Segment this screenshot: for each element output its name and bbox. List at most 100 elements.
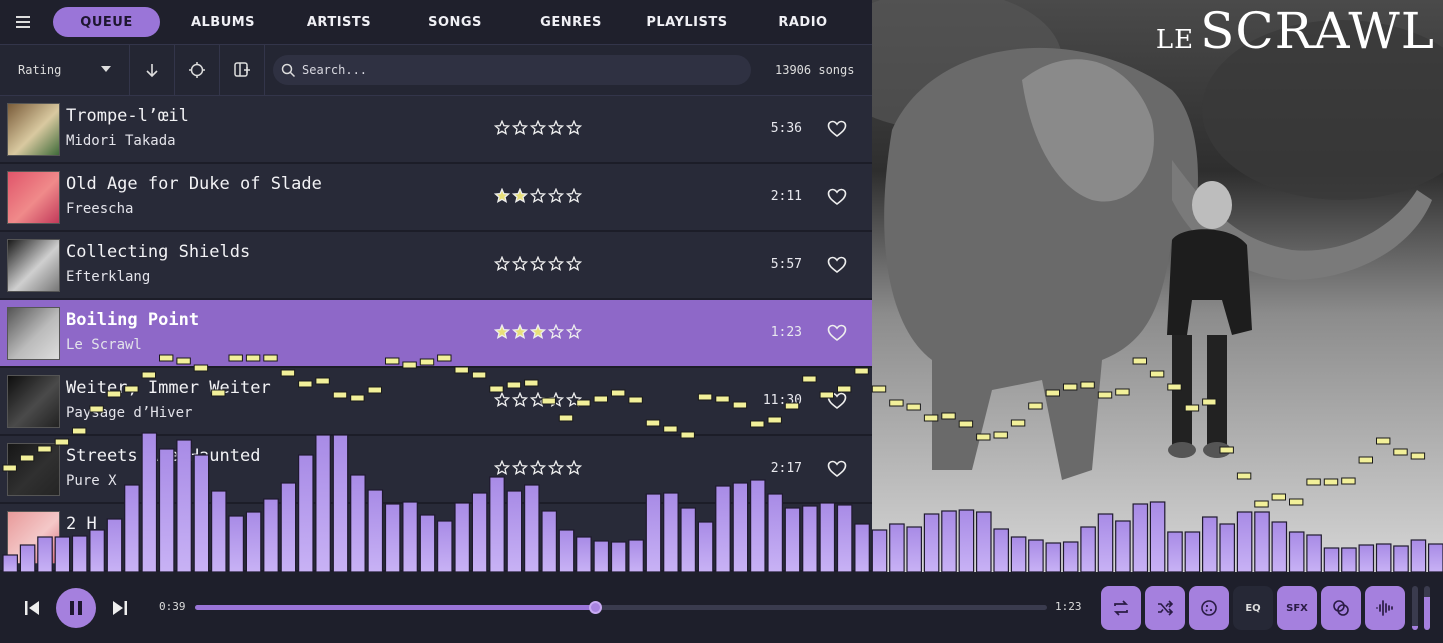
seek-handle[interactable] [589, 601, 603, 614]
song-row[interactable]: Weiter, Immer Weiter Paysage d’Hiver 11:30 [0, 368, 872, 436]
tab-playlists[interactable]: PLAYLISTS [624, 7, 750, 37]
star-empty-icon[interactable] [548, 460, 564, 476]
crosshair-icon [189, 62, 205, 78]
song-row[interactable]: Trompe-l’œil Midori Takada 5:36 [0, 96, 872, 164]
song-duration: 2:17 [770, 461, 802, 476]
star-empty-icon[interactable] [548, 256, 564, 272]
rating-stars[interactable] [494, 460, 582, 476]
star-empty-icon[interactable] [494, 256, 510, 272]
album-thumbnail [7, 307, 60, 360]
rating-stars[interactable] [494, 120, 582, 136]
star-empty-icon[interactable] [512, 256, 528, 272]
sound-effects-button[interactable]: SFX [1277, 586, 1317, 630]
heart-icon[interactable] [827, 324, 847, 342]
next-button[interactable] [108, 596, 132, 620]
star-empty-icon[interactable] [530, 120, 546, 136]
sort-direction-button[interactable] [130, 45, 175, 95]
app-window: LE SCRAWL QUEUE ALBUMS ARTISTS SONGS GEN… [0, 0, 1443, 643]
heart-icon[interactable] [827, 392, 847, 410]
shuffle-button[interactable] [1145, 586, 1185, 630]
visualizer-button[interactable] [1365, 586, 1405, 630]
star-empty-icon[interactable] [548, 324, 564, 340]
song-artist[interactable]: Pure X [66, 473, 117, 489]
shuffle-icon [1158, 600, 1174, 616]
star-empty-icon[interactable] [530, 460, 546, 476]
star-empty-icon[interactable] [548, 188, 564, 204]
seek-bar[interactable] [195, 601, 1047, 614]
star-empty-icon[interactable] [512, 120, 528, 136]
star-empty-icon[interactable] [512, 392, 528, 408]
song-artist[interactable]: Midori Takada [66, 133, 176, 149]
equalizer-button[interactable]: EQ [1233, 586, 1273, 630]
star-filled-icon[interactable] [530, 324, 546, 340]
cookie-icon [1201, 600, 1217, 616]
album-art: LE SCRAWL [872, 0, 1443, 572]
star-filled-icon[interactable] [494, 188, 510, 204]
star-empty-icon[interactable] [530, 188, 546, 204]
tab-radio[interactable]: RADIO [750, 7, 856, 37]
waveform-icon [1376, 600, 1393, 616]
song-row[interactable]: Collecting Shields Efterklang 5:57 [0, 232, 872, 300]
rating-stars[interactable] [494, 188, 582, 204]
volume-slider-left[interactable] [1412, 586, 1418, 630]
locate-current-button[interactable] [175, 45, 220, 95]
chevron-down-icon [101, 66, 111, 72]
rating-stars[interactable] [494, 256, 582, 272]
song-row[interactable]: Streets Are Haunted Pure X 2:17 [0, 436, 872, 504]
heart-icon[interactable] [827, 460, 847, 478]
song-row[interactable]: Boiling Point Le Scrawl 1:23 [0, 300, 872, 368]
album-thumbnail [7, 103, 60, 156]
star-empty-icon[interactable] [494, 392, 510, 408]
star-empty-icon[interactable] [566, 188, 582, 204]
search-icon [281, 63, 296, 77]
crossfade-button[interactable] [1321, 586, 1361, 630]
repeat-icon [1113, 600, 1129, 616]
tab-artists[interactable]: ARTISTS [286, 7, 392, 37]
tab-genres[interactable]: GENRES [518, 7, 624, 37]
star-empty-icon[interactable] [566, 256, 582, 272]
columns-button[interactable] [220, 45, 265, 95]
star-empty-icon[interactable] [494, 460, 510, 476]
smart-mix-button[interactable] [1189, 586, 1229, 630]
menu-icon[interactable] [0, 0, 46, 44]
volume-slider-right[interactable] [1424, 586, 1430, 630]
song-artist[interactable]: Le Scrawl [66, 337, 142, 353]
sort-select-value: Rating [18, 63, 62, 77]
star-empty-icon[interactable] [566, 392, 582, 408]
star-empty-icon[interactable] [530, 392, 546, 408]
album-art-photo [872, 0, 1443, 572]
heart-icon[interactable] [827, 256, 847, 274]
star-filled-icon[interactable] [512, 324, 528, 340]
star-empty-icon[interactable] [548, 120, 564, 136]
pause-button[interactable] [56, 588, 96, 628]
tab-songs[interactable]: SONGS [392, 7, 518, 37]
star-empty-icon[interactable] [566, 460, 582, 476]
star-empty-icon[interactable] [566, 120, 582, 136]
star-filled-icon[interactable] [512, 188, 528, 204]
song-row[interactable]: 2 H [0, 504, 872, 572]
star-empty-icon[interactable] [512, 460, 528, 476]
sort-select[interactable]: Rating [0, 45, 130, 95]
repeat-button[interactable] [1101, 586, 1141, 630]
album-thumbnail [7, 511, 60, 564]
search-input[interactable] [302, 63, 722, 77]
star-empty-icon[interactable] [548, 392, 564, 408]
song-artist[interactable]: Paysage d’Hiver [66, 405, 192, 421]
rating-stars[interactable] [494, 324, 582, 340]
heart-icon[interactable] [827, 120, 847, 138]
tab-queue[interactable]: QUEUE [53, 7, 160, 37]
previous-button[interactable] [20, 596, 44, 620]
song-row[interactable]: Old Age for Duke of Slade Freescha 2:11 [0, 164, 872, 232]
tab-albums[interactable]: ALBUMS [160, 7, 286, 37]
star-empty-icon[interactable] [530, 256, 546, 272]
song-artist[interactable]: Efterklang [66, 269, 150, 285]
star-filled-icon[interactable] [494, 324, 510, 340]
star-empty-icon[interactable] [494, 120, 510, 136]
rating-stars[interactable] [494, 392, 582, 408]
song-artist[interactable]: Freescha [66, 201, 133, 217]
heart-icon[interactable] [827, 188, 847, 206]
star-empty-icon[interactable] [566, 324, 582, 340]
song-title: Old Age for Duke of Slade [66, 174, 322, 194]
song-count: 13906 songs [775, 63, 855, 77]
search-box[interactable] [273, 55, 751, 85]
